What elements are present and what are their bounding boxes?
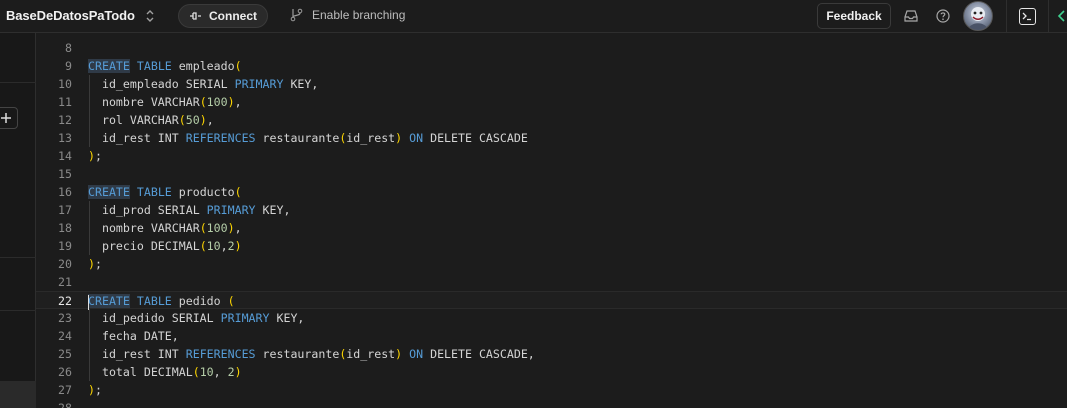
line-number: 24 bbox=[58, 329, 72, 343]
line-number: 17 bbox=[58, 203, 72, 217]
code-line[interactable]: 22 CREATE TABLE pedido ( bbox=[36, 291, 1067, 309]
connect-label: Connect bbox=[209, 9, 257, 23]
line-number: 27 bbox=[58, 383, 72, 397]
sidebar-divider bbox=[0, 257, 36, 258]
line-number: 10 bbox=[58, 77, 72, 91]
divider bbox=[1006, 0, 1007, 33]
line-number: 11 bbox=[58, 95, 72, 109]
code-line[interactable]: 9 CREATE TABLE empleado( bbox=[36, 57, 1067, 75]
enable-branching-button[interactable]: Enable branching bbox=[290, 8, 405, 22]
line-number: 20 bbox=[58, 257, 72, 271]
code-line[interactable]: 25 id_rest INT REFERENCES restaurante(id… bbox=[36, 345, 1067, 363]
avatar[interactable] bbox=[963, 1, 993, 31]
code-line[interactable]: 8 bbox=[36, 39, 1067, 57]
indent-guide bbox=[89, 75, 90, 147]
code-line[interactable]: 16 CREATE TABLE producto( bbox=[36, 183, 1067, 201]
line-number: 15 bbox=[58, 167, 72, 181]
sidebar-divider bbox=[0, 82, 36, 83]
line-number: 18 bbox=[58, 221, 72, 235]
code-text: id_rest INT REFERENCES restaurante(id_re… bbox=[88, 347, 535, 361]
code-text: nombre VARCHAR(100), bbox=[88, 221, 242, 235]
code-line[interactable]: 18 nombre VARCHAR(100), bbox=[36, 219, 1067, 237]
code-line[interactable]: 19 precio DECIMAL(10,2) bbox=[36, 237, 1067, 255]
help-icon[interactable] bbox=[935, 8, 951, 24]
line-number: 25 bbox=[58, 347, 72, 361]
text-cursor bbox=[88, 295, 89, 310]
code-text: id_empleado SERIAL PRIMARY KEY, bbox=[88, 77, 319, 91]
line-number: 26 bbox=[58, 365, 72, 379]
code-line[interactable]: 27); bbox=[36, 381, 1067, 399]
code-line[interactable]: 20); bbox=[36, 255, 1067, 273]
sidebar-divider bbox=[0, 310, 36, 311]
line-number: 28 bbox=[58, 401, 72, 408]
code-line[interactable]: 12 rol VARCHAR(50), bbox=[36, 111, 1067, 129]
inbox-icon[interactable] bbox=[903, 8, 919, 24]
code-text: fecha DATE, bbox=[88, 329, 179, 343]
code-text: ); bbox=[88, 257, 102, 271]
terminal-icon[interactable] bbox=[1019, 8, 1036, 25]
code-line[interactable]: 15 bbox=[36, 165, 1067, 183]
diamond-icon[interactable] bbox=[1057, 9, 1067, 23]
code-line[interactable]: 28 bbox=[36, 399, 1067, 408]
plug-icon bbox=[190, 12, 201, 20]
divider bbox=[1048, 0, 1049, 33]
line-number: 23 bbox=[58, 311, 72, 325]
line-number: 19 bbox=[58, 239, 72, 253]
enable-branching-label: Enable branching bbox=[312, 8, 406, 22]
line-number: 22 bbox=[58, 294, 72, 308]
add-button[interactable] bbox=[0, 107, 18, 129]
left-sidebar bbox=[0, 33, 36, 408]
project-name[interactable]: BaseDeDatosPaTodo bbox=[6, 8, 135, 23]
code-text: id_prod SERIAL PRIMARY KEY, bbox=[88, 203, 291, 217]
plus-icon bbox=[1, 113, 11, 123]
line-number: 9 bbox=[65, 59, 72, 73]
indent-guide bbox=[89, 201, 90, 255]
line-number: 14 bbox=[58, 149, 72, 163]
code-text: CREATE TABLE producto( bbox=[88, 185, 242, 199]
code-line[interactable]: 23 id_pedido SERIAL PRIMARY KEY, bbox=[36, 309, 1067, 327]
top-bar: BaseDeDatosPaTodo Connect Enable branchi… bbox=[0, 0, 1067, 33]
code-line[interactable]: 17 id_prod SERIAL PRIMARY KEY, bbox=[36, 201, 1067, 219]
code-text: CREATE TABLE pedido ( bbox=[88, 294, 235, 308]
line-number: 13 bbox=[58, 131, 72, 145]
connect-button[interactable]: Connect bbox=[178, 4, 268, 28]
code-line[interactable]: 24 fecha DATE, bbox=[36, 327, 1067, 345]
code-text: total DECIMAL(10, 2) bbox=[88, 365, 242, 379]
code-line[interactable]: 10 id_empleado SERIAL PRIMARY KEY, bbox=[36, 75, 1067, 93]
code-line[interactable]: 13 id_rest INT REFERENCES restaurante(id… bbox=[36, 129, 1067, 147]
line-number: 12 bbox=[58, 113, 72, 127]
code-text: rol VARCHAR(50), bbox=[88, 113, 214, 127]
code-text: ); bbox=[88, 149, 102, 163]
code-text: nombre VARCHAR(100), bbox=[88, 95, 242, 109]
feedback-button[interactable]: Feedback bbox=[817, 3, 891, 29]
code-line[interactable]: 26 total DECIMAL(10, 2) bbox=[36, 363, 1067, 381]
git-branch-icon bbox=[290, 8, 303, 22]
code-line[interactable]: 14); bbox=[36, 147, 1067, 165]
indent-guide bbox=[89, 309, 90, 381]
code-text: precio DECIMAL(10,2) bbox=[88, 239, 242, 253]
code-text: id_rest INT REFERENCES restaurante(id_re… bbox=[88, 131, 528, 145]
code-text: ); bbox=[88, 383, 102, 397]
sql-editor[interactable]: 8 9 CREATE TABLE empleado( 10 id_empleado S… bbox=[36, 33, 1067, 408]
code-line[interactable]: 21 bbox=[36, 273, 1067, 291]
line-number: 16 bbox=[58, 185, 72, 199]
chevron-updown-icon[interactable] bbox=[144, 9, 156, 23]
line-number: 8 bbox=[65, 41, 72, 55]
code-text: CREATE TABLE empleado( bbox=[88, 59, 242, 73]
code-text: id_pedido SERIAL PRIMARY KEY, bbox=[88, 311, 305, 325]
line-number: 21 bbox=[58, 275, 72, 289]
code-line[interactable]: 11 nombre VARCHAR(100), bbox=[36, 93, 1067, 111]
sidebar-active-item[interactable] bbox=[0, 381, 36, 408]
